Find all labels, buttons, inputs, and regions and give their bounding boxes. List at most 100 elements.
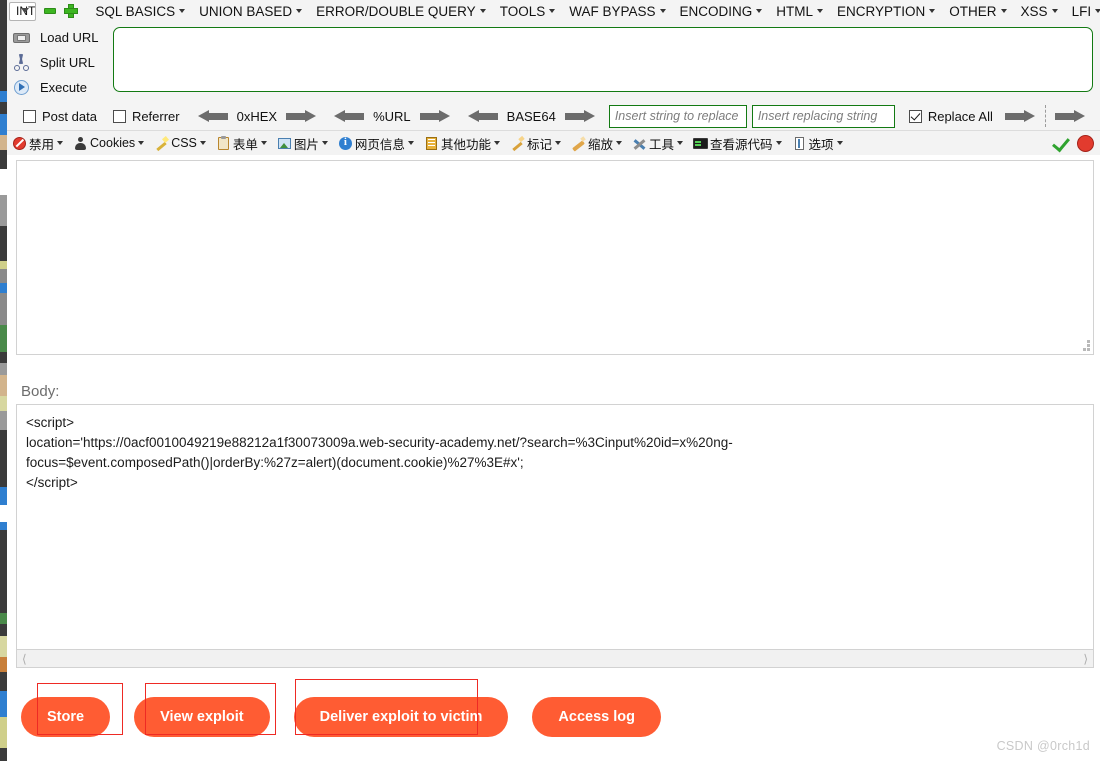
resize-grip[interactable]	[1080, 340, 1090, 351]
hackbar-menu-4[interactable]: WAF BYPASS	[562, 4, 672, 19]
chevron-down-icon	[615, 141, 622, 145]
exploit-button-store[interactable]: Store	[21, 697, 111, 737]
payload-type-select[interactable]: INT	[9, 1, 37, 21]
exploit-button-view-exploit[interactable]: View exploit	[134, 697, 270, 737]
hackbar-menu-8[interactable]: OTHER	[942, 4, 1013, 19]
codec-url-label: %URL	[373, 108, 411, 124]
body-textarea[interactable]: <script> location='https://0acf001004921…	[16, 404, 1094, 652]
chevron-down-icon	[929, 9, 936, 13]
devbar-item-label: 表单	[232, 137, 258, 152]
body-code-content: <script> location='https://0acf001004921…	[26, 415, 733, 490]
decode-arrow-icon[interactable]	[334, 109, 365, 123]
hackbar-menu-label: HTML	[776, 3, 814, 19]
chevron-down-icon	[179, 9, 186, 13]
hackbar-menu-10[interactable]: LFI	[1065, 4, 1100, 19]
exploit-server-page: Body: <script> location='https://0acf001…	[7, 155, 1100, 761]
devbar-item-11[interactable]: 选项	[787, 134, 848, 153]
checkbox-box	[908, 109, 922, 123]
chevron-down-icon	[296, 9, 303, 13]
split-url-button[interactable]: Split URL	[13, 51, 110, 73]
replace-apply-arrow-icon[interactable]	[1004, 109, 1035, 123]
overflow-arrow-icon[interactable]	[1054, 109, 1085, 123]
replace-search-input[interactable]: Insert string to replace	[608, 104, 747, 128]
devbar-item-6[interactable]: 其他功能	[419, 134, 505, 153]
devbar-item-label: 标记	[526, 137, 552, 152]
chevron-right-icon[interactable]: ⟩	[1078, 652, 1093, 666]
watermark: CSDN @0rch1d	[996, 739, 1090, 753]
hackbar-menu-label: OTHER	[949, 3, 997, 19]
decode-arrow-icon[interactable]	[197, 109, 228, 123]
devbar-item-label: Cookies	[90, 136, 136, 150]
devbar-item-label: 禁用	[29, 137, 55, 152]
decode-arrow-icon[interactable]	[467, 109, 498, 123]
devbar-item-label: 其他功能	[440, 137, 491, 152]
load-url-button[interactable]: Load URL	[13, 26, 110, 48]
exploit-button-access-log[interactable]: Access log	[532, 697, 661, 737]
devbar-item-7[interactable]: 标记	[505, 134, 566, 153]
hackbar-menu-0[interactable]: SQL BASICS	[88, 4, 192, 19]
css-icon	[154, 136, 169, 151]
chevron-left-icon[interactable]: ⟨	[17, 652, 32, 666]
minus-icon[interactable]	[43, 4, 57, 18]
hackbar-menu-7[interactable]: ENCRYPTION	[830, 4, 942, 19]
devbar-item-label: 网页信息	[354, 137, 405, 152]
devbar-item-5[interactable]: 网页信息	[333, 134, 419, 153]
devbar-item-8[interactable]: 缩放	[566, 134, 627, 153]
exploit-button-deliver-exploit-to-victim[interactable]: Deliver exploit to victim	[293, 697, 509, 737]
hackbar-menu-label: TOOLS	[499, 3, 546, 19]
options-icon	[792, 136, 807, 151]
body-label: Body:	[21, 383, 60, 400]
hackbar-options-row: Post data Referrer 0xHEX %URL BASE64 Ins…	[7, 102, 1100, 130]
replace-with-input[interactable]: Insert replacing string	[751, 104, 895, 128]
resize-icon	[571, 136, 586, 151]
execute-label: Execute	[40, 79, 87, 95]
devbar-item-2[interactable]: CSS	[149, 136, 211, 151]
replace-all-label: Replace All	[927, 108, 993, 124]
hackbar-menu-1[interactable]: UNION BASED	[192, 4, 309, 19]
url-input[interactable]	[113, 27, 1093, 92]
referrer-checkbox[interactable]: Referrer	[112, 109, 180, 124]
view-source-icon	[693, 136, 708, 151]
outline-icon	[510, 136, 525, 151]
play-icon	[13, 79, 30, 96]
hackbar-menu-2[interactable]: ERROR/DOUBLE QUERY	[309, 4, 493, 19]
chevron-down-icon	[138, 141, 145, 145]
execute-button[interactable]: Execute	[13, 76, 110, 98]
headers-panel[interactable]	[16, 160, 1094, 355]
load-url-label: Load URL	[40, 29, 99, 45]
chevron-down-icon	[1051, 9, 1058, 13]
body-horizontal-scrollbar[interactable]: ⟨ ⟩	[16, 649, 1094, 668]
chevron-down-icon	[775, 141, 782, 145]
devbar-item-9[interactable]: 工具	[627, 134, 688, 153]
devbar-item-0[interactable]: 禁用	[7, 134, 68, 153]
cookie-icon	[73, 136, 88, 151]
devbar-item-label: CSS	[171, 136, 197, 150]
encode-arrow-icon[interactable]	[286, 109, 317, 123]
encode-arrow-icon[interactable]	[564, 109, 595, 123]
hackbar-exploit-server-screen: INT SQL BASICS UNION BASED ERROR/DOUBLE QU…	[0, 0, 1100, 761]
hackbar-menu-3[interactable]: TOOLS	[493, 4, 563, 19]
hackbar-menu-9[interactable]: XSS	[1014, 4, 1065, 19]
chevron-down-icon	[21, 7, 30, 13]
validate-check-icon[interactable]	[1052, 134, 1070, 152]
hackbar-menu-label: XSS	[1020, 3, 1048, 19]
devbar-item-10[interactable]: 查看源代码	[688, 134, 787, 153]
replace-all-checkbox[interactable]: Replace All	[908, 108, 993, 124]
chevron-down-icon	[57, 141, 64, 145]
devbar-item-4[interactable]: 图片	[272, 134, 333, 153]
error-stop-icon[interactable]	[1077, 134, 1095, 152]
chevron-down-icon	[321, 141, 328, 145]
post-data-checkbox[interactable]: Post data	[23, 109, 97, 124]
devbar-item-1[interactable]: Cookies	[68, 136, 149, 151]
exploit-action-buttons: Store View exploit Deliver exploit to vict…	[21, 697, 661, 737]
encode-arrow-icon[interactable]	[419, 109, 450, 123]
hackbar-request-area: Load URL Split URL Execute	[7, 22, 1100, 102]
devbar-item-3[interactable]: 表单	[211, 134, 272, 153]
hackbar-menu-6[interactable]: HTML	[769, 4, 830, 19]
hackbar-menu-5[interactable]: ENCODING	[673, 4, 770, 19]
info-icon	[338, 136, 353, 151]
plus-icon[interactable]	[64, 4, 79, 18]
browser-edge-strip	[0, 0, 7, 761]
codec-url: %URL	[334, 109, 450, 124]
form-icon	[216, 135, 231, 151]
